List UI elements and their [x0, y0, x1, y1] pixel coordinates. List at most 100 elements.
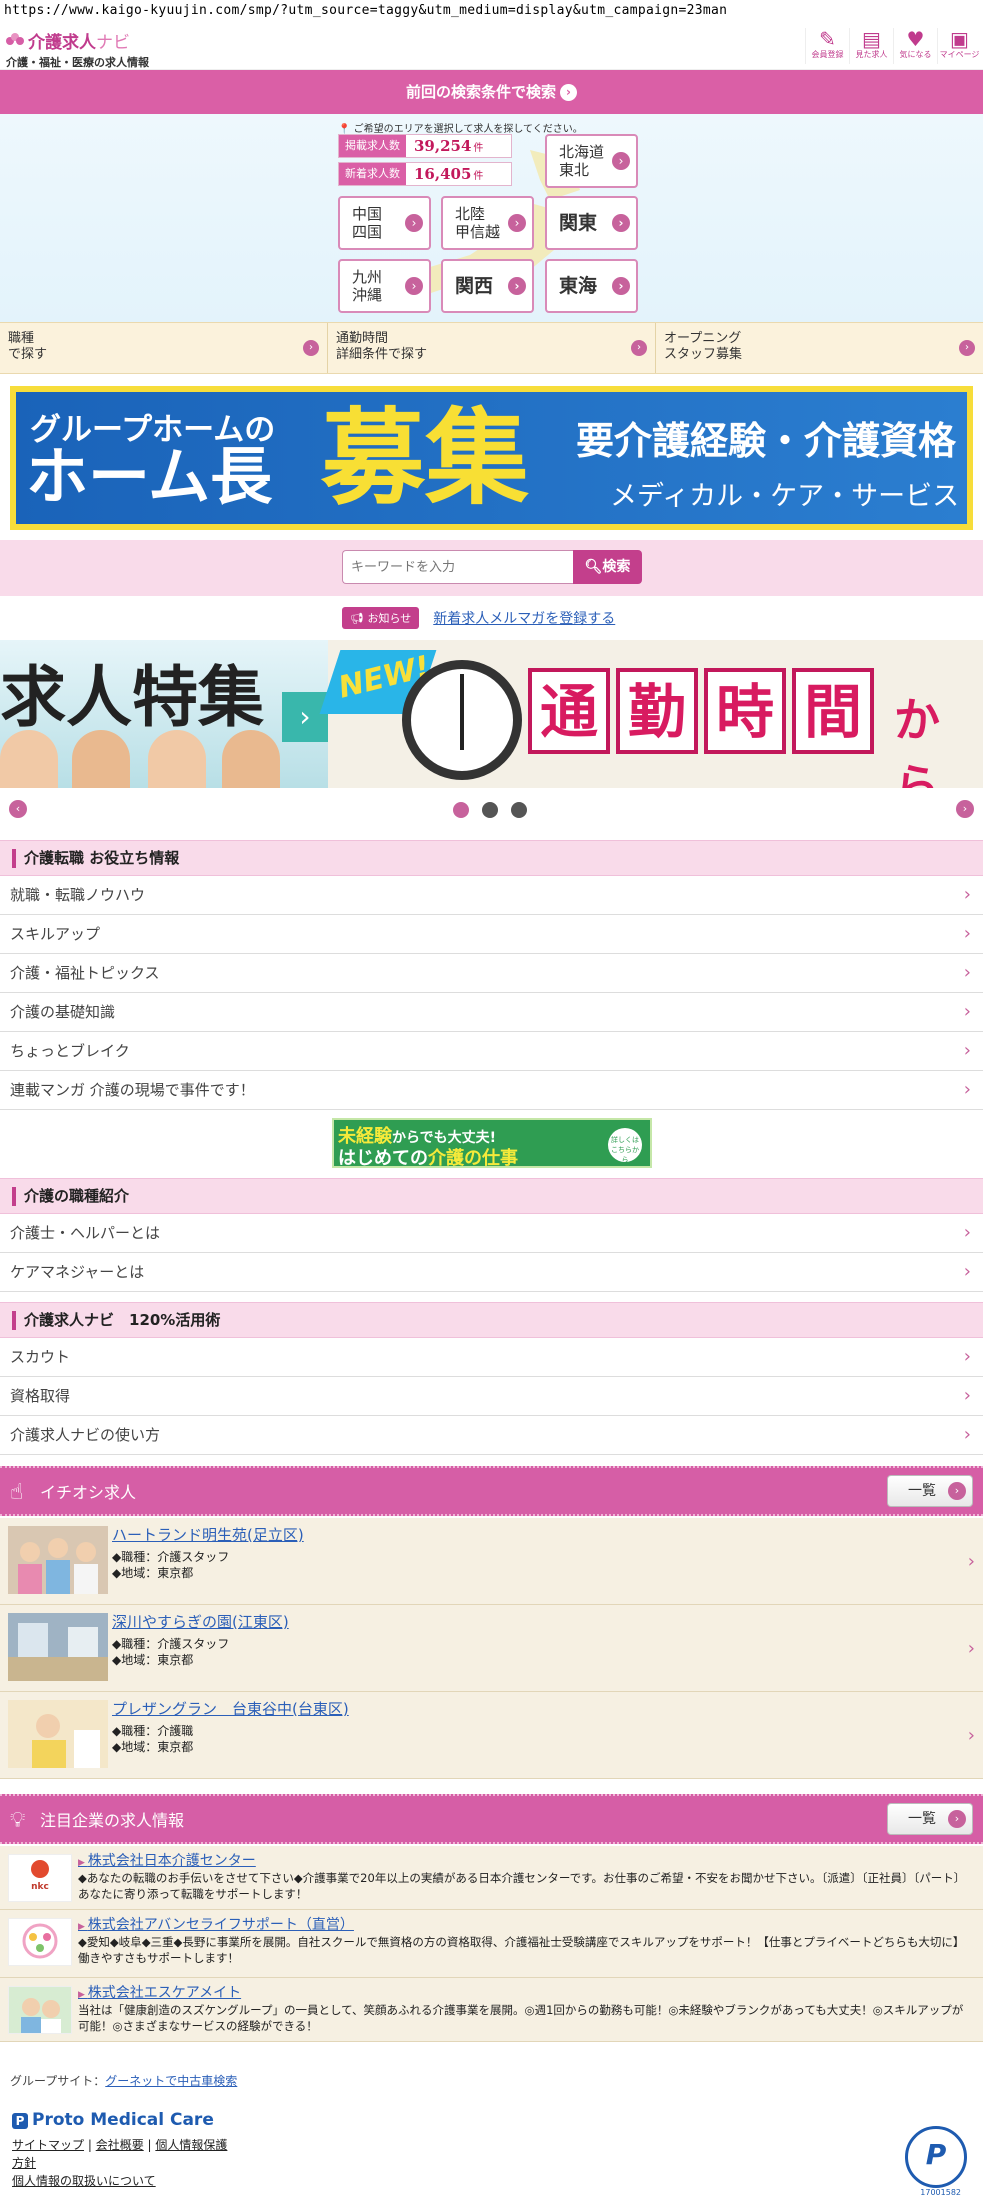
job-title-link[interactable]: プレザングラン 台東谷中(台東区)	[112, 1698, 349, 1719]
arrow-right-icon: ›	[612, 214, 630, 232]
url-bar[interactable]: https://www.kaigo-kyuujin.com/smp/?utm_s…	[0, 0, 983, 24]
privacy-mark-icon[interactable]: P	[905, 2126, 967, 2188]
company-name-link[interactable]: 株式会社アバンセライフサポート（直営）	[78, 1914, 354, 1934]
keyword-input[interactable]	[342, 550, 574, 584]
pickup-jobs-header: ☝ イチオシ求人 一覧 ›	[0, 1466, 983, 1516]
site-logo[interactable]: 介護求人ナビ 介護・福祉・医療の求人情報	[6, 28, 149, 70]
newsletter-link[interactable]: 新着求人メルマガを登録する	[433, 608, 615, 628]
ad-banner-group-home[interactable]: グループホームの ホーム長 募集 要介護経験・介護資格 メディカル・ケア・サービ…	[10, 386, 973, 530]
chevron-right-icon: ›	[963, 1079, 971, 1100]
list-item[interactable]: 介護士・ヘルパーとは ›	[0, 1214, 983, 1253]
history-button[interactable]: ▤ 見た求人	[849, 28, 893, 64]
list-item[interactable]: 介護の基礎知識 ›	[0, 993, 983, 1032]
section-title-tips: 介護転職 お役立ち情報	[0, 840, 983, 876]
feature-carousel: 求人特集 › NEW! 通 勤 時 間 から	[0, 640, 983, 788]
mypage-button[interactable]: ▣ マイページ	[937, 28, 981, 64]
logo-text: 介護求人ナビ	[28, 33, 130, 53]
list-item[interactable]: スカウト ›	[0, 1338, 983, 1377]
list-item[interactable]: ケアマネジャーとは ›	[0, 1253, 983, 1292]
carousel-slide-feature[interactable]: 求人特集 ›	[0, 640, 328, 788]
job-photo	[8, 1613, 108, 1681]
arrow-right-icon: ›	[303, 340, 319, 356]
list-item[interactable]: 介護・福祉トピックス ›	[0, 954, 983, 993]
area-note: 📍 ご希望のエリアを選択して求人を探してください。	[338, 124, 583, 135]
region-kanto[interactable]: 関東 ›	[545, 196, 638, 250]
arrow-right-icon: ›	[612, 152, 630, 170]
list-item[interactable]: 就職・転職ノウハウ ›	[0, 876, 983, 915]
list-item[interactable]: 連載マンガ 介護の現場で事件です！ ›	[0, 1071, 983, 1110]
group-sites: グループサイト：グーネットで中古車検索	[10, 2074, 238, 2088]
chevron-right-icon: ›	[963, 1385, 971, 1406]
svg-text:nkc: nkc	[31, 1882, 49, 1892]
privacy-policy-link-cont[interactable]: 方針	[12, 2156, 36, 2170]
arrow-right-icon: ›	[508, 214, 526, 232]
featured-list-button[interactable]: 一覧 ›	[887, 1803, 973, 1835]
company-item[interactable]: nkc 株式会社日本介護センター ◆あなたの転職のお手伝いをさせて下さい◆介護事…	[0, 1846, 983, 1910]
carousel-dot[interactable]	[511, 802, 527, 818]
pickup-job-item[interactable]: ハートランド明生苑(足立区) ◆職種：介護スタッフ ◆地域：東京都 ›	[0, 1518, 983, 1605]
notice-badge: 📢︎ お知らせ	[342, 607, 420, 629]
job-photo	[8, 1526, 108, 1594]
area-search: 📍 ご希望のエリアを選択して求人を探してください。 掲載求人数 39,254 件…	[0, 114, 983, 322]
arrow-right-icon: ›	[405, 214, 423, 232]
search-by-jobtype[interactable]: 職種 で探す ›	[0, 323, 328, 373]
header-icon-nav: ✎ 会員登録 ▤ 見た求人 ♥ 気になる ▣ マイページ	[805, 28, 981, 64]
register-button[interactable]: ✎ 会員登録	[805, 28, 849, 64]
job-title-link[interactable]: 深川やすらぎの園(江東区)	[112, 1611, 289, 1632]
carousel-dot[interactable]	[453, 802, 469, 818]
company-logo	[8, 1918, 72, 1966]
search-opening-staff[interactable]: オープニング スタッフ募集 ›	[656, 323, 983, 373]
favorites-button[interactable]: ♥ 気になる	[893, 28, 937, 64]
heart-icon: ♥	[906, 27, 925, 51]
posted-count: 掲載求人数 39,254 件	[338, 134, 512, 158]
company-name-link[interactable]: 株式会社日本介護センター	[78, 1850, 256, 1870]
section-title-howto: 介護求人ナビ 120%活用術	[0, 1302, 983, 1338]
carousel-next-button[interactable]: ›	[956, 800, 974, 818]
list-item[interactable]: 介護求人ナビの使い方 ›	[0, 1416, 983, 1455]
region-hokkaido-tohoku[interactable]: 北海道 東北 ›	[545, 134, 638, 188]
chevron-right-icon: ›	[967, 1551, 975, 1572]
previous-search-button[interactable]: 前回の検索条件で検索 ›	[0, 70, 983, 114]
pickup-job-item[interactable]: 深川やすらぎの園(江東区) ◆職種：介護スタッフ ◆地域：東京都 ›	[0, 1605, 983, 1692]
clock-icon	[402, 660, 522, 780]
list-item[interactable]: ちょっとブレイク ›	[0, 1032, 983, 1071]
company-profile-link[interactable]: 会社概要	[96, 2138, 144, 2152]
pickup-list-button[interactable]: 一覧 ›	[887, 1475, 973, 1507]
company-logo	[8, 1986, 72, 2034]
list-item[interactable]: 資格取得 ›	[0, 1377, 983, 1416]
chevron-right-icon: ›	[967, 1638, 975, 1659]
company-name-link[interactable]: 株式会社エスケアメイト	[78, 1982, 241, 2002]
sitemap-link[interactable]: サイトマップ	[12, 2138, 84, 2152]
chevron-right-icon: ›	[963, 1261, 971, 1282]
region-kansai[interactable]: 関西 ›	[441, 259, 534, 313]
footer-links: サイトマップ | 会社概要 | 個人情報保護 方針 個人情報の取扱いについて	[12, 2138, 228, 2188]
history-icon: ▤	[862, 27, 881, 51]
carousel-prev-button[interactable]: ‹	[9, 800, 27, 818]
company-brand[interactable]: P Proto Medical Care	[12, 2110, 214, 2130]
flower-logo-icon	[6, 32, 24, 49]
carousel-slide-commute[interactable]: NEW! 通 勤 時 間 から	[319, 640, 983, 788]
personal-info-link[interactable]: 個人情報の取扱いについて	[12, 2174, 156, 2188]
list-item[interactable]: スキルアップ ›	[0, 915, 983, 954]
company-item[interactable]: 株式会社エスケアメイト 当社は「健康創造のスズケングループ」の一員として、笑顔あ…	[0, 1978, 983, 2042]
arrow-right-icon: ›	[959, 340, 975, 356]
carousel-controls: ‹ ›	[0, 798, 983, 822]
carousel-dot[interactable]	[482, 802, 498, 818]
pickup-job-item[interactable]: プレザングラン 台東谷中(台東区) ◆職種：介護職 ◆地域：東京都 ›	[0, 1692, 983, 1779]
privacy-policy-link[interactable]: 個人情報保護	[155, 2138, 227, 2152]
search-by-commute[interactable]: 通勤時間 詳細条件で探す ›	[328, 323, 656, 373]
beginner-banner[interactable]: 未経験からでも大丈夫! はじめての介護の仕事 詳しくは こちらから	[332, 1118, 652, 1169]
notice-bar: 📢︎ お知らせ 新着求人メルマガを登録する	[342, 605, 615, 631]
chevron-right-icon: ›	[963, 1424, 971, 1445]
company-item[interactable]: 株式会社アバンセライフサポート（直営） ◆愛知◆岐阜◆三重◆長野に事業所を展開。…	[0, 1910, 983, 1978]
keyword-search-button[interactable]: 🔍︎検索	[573, 550, 642, 584]
region-chugoku-shikoku[interactable]: 中国 四国 ›	[338, 196, 431, 250]
region-kyushu-okinawa[interactable]: 九州 沖縄 ›	[338, 259, 431, 313]
mypage-icon: ▣	[950, 27, 969, 51]
group-site-link[interactable]: グーネットで中古車検索	[105, 2074, 237, 2088]
chevron-right-icon: ›	[963, 962, 971, 983]
job-title-link[interactable]: ハートランド明生苑(足立区)	[112, 1524, 304, 1545]
region-tokai[interactable]: 東海 ›	[545, 259, 638, 313]
region-hokuriku-koshinetsu[interactable]: 北陸 甲信越 ›	[441, 196, 534, 250]
chevron-right-icon: ›	[963, 1222, 971, 1243]
